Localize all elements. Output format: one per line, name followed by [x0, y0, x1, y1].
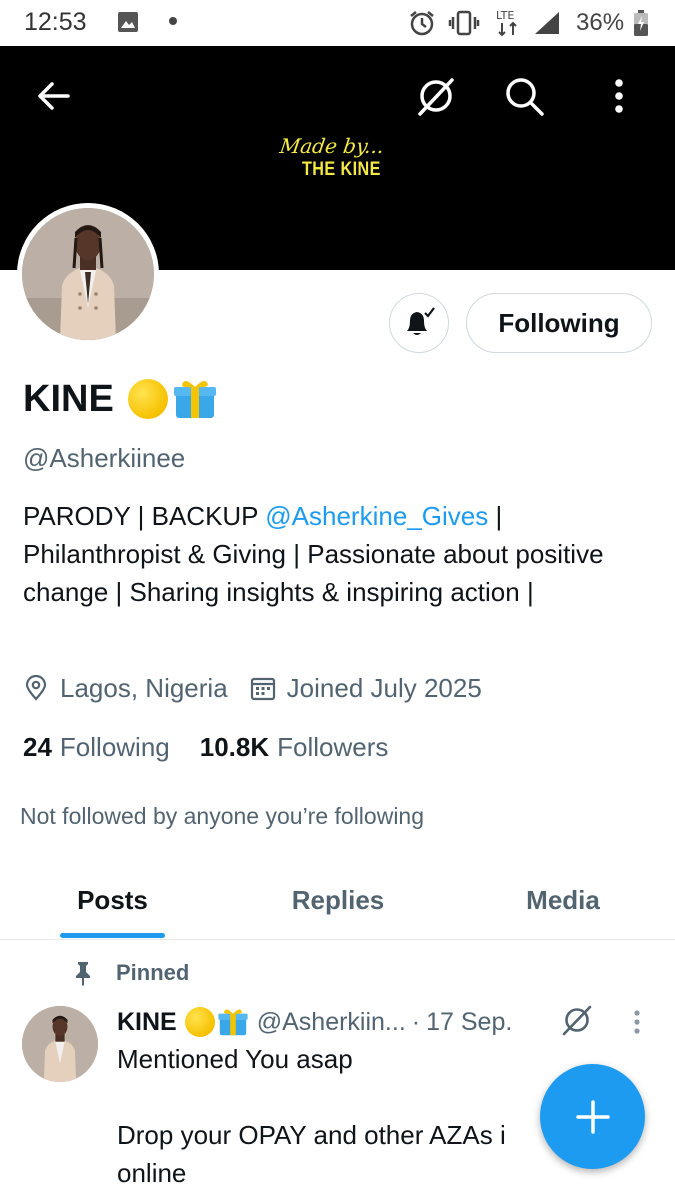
followers-label: Followers: [277, 731, 389, 762]
banner-logo: Made by... THE KINE: [278, 134, 410, 194]
post-more-icon[interactable]: [626, 1008, 648, 1038]
pinned-label: Pinned: [116, 960, 190, 985]
bio-mention-link[interactable]: @Asherkine_Gives: [265, 501, 488, 531]
battery-charging-icon: [634, 10, 648, 36]
tab-media[interactable]: Media: [488, 860, 638, 940]
battery-percentage: 36%: [576, 9, 625, 36]
gallery-notification-icon: [118, 12, 138, 32]
svg-text:LTE: LTE: [496, 9, 514, 22]
banner-logo-name: THE KINE: [302, 159, 381, 180]
following-link[interactable]: 24 Following: [23, 732, 170, 763]
profile-avatar[interactable]: [17, 203, 159, 345]
notification-dot-icon: [169, 17, 177, 25]
more-options-button[interactable]: [595, 72, 643, 120]
profile-handle: @Asherkiinee: [23, 443, 186, 473]
post-avatar-photo: [22, 1006, 98, 1082]
vertical-dots-icon: [615, 79, 623, 113]
followers-link[interactable]: 10.8K Followers: [200, 732, 389, 763]
post-text-line3: online: [117, 1158, 187, 1188]
bell-check-icon: [407, 307, 435, 335]
not-followed-notice: Not followed by anyone you’re following: [20, 803, 425, 829]
alarm-icon: [410, 11, 434, 36]
back-button[interactable]: [29, 72, 77, 120]
grok-button[interactable]: [412, 72, 460, 120]
search-icon: [506, 78, 544, 116]
plus-icon: [575, 1099, 610, 1134]
location-pin-icon: [25, 675, 47, 701]
avatar: [22, 208, 154, 340]
vibrate-icon: [448, 10, 480, 36]
display-name: KINE: [23, 377, 114, 420]
follow-stats: 24 Following 10.8K Followers: [23, 729, 388, 765]
post-separator: ·: [411, 1007, 421, 1036]
profile-location: Lagos, Nigeria: [60, 672, 228, 703]
status-bar: 12:53 LTE 36%: [0, 0, 675, 46]
profile-tabs: Posts Replies Media: [0, 860, 675, 940]
gift-emoji-icon: [173, 380, 216, 418]
signal-icon: [535, 12, 559, 34]
avatar-photo: [22, 208, 154, 340]
post-text-line1: Mentioned You asap: [117, 1044, 353, 1074]
yellow-circle-emoji-icon: [127, 379, 168, 419]
post-text-line2: Drop your OPAY and other AZAs i: [117, 1120, 506, 1150]
pin-icon: [76, 962, 90, 986]
yellow-circle-emoji-icon: [184, 1007, 215, 1037]
display-name-row: KINE: [23, 374, 218, 424]
gift-emoji-icon: [218, 1009, 248, 1036]
followers-count: 10.8K: [199, 731, 270, 762]
post-header: KINE @Asherkiin... · 17 Sep.: [117, 1003, 512, 1041]
banner-logo-tagline: Made by...: [278, 134, 386, 158]
following-button[interactable]: Following: [466, 293, 652, 353]
post-date[interactable]: 17 Sep.: [426, 1008, 512, 1037]
following-count: 24: [23, 731, 52, 762]
post-author-name[interactable]: KINE: [117, 1008, 177, 1037]
pinned-indicator: Pinned: [70, 956, 189, 990]
search-button[interactable]: [500, 72, 548, 120]
post-grok-icon[interactable]: [560, 1003, 594, 1037]
profile-meta: Lagos, Nigeria Joined July 2025: [23, 670, 482, 706]
tab-replies[interactable]: Replies: [262, 860, 414, 940]
notifications-toggle-button[interactable]: [389, 293, 449, 353]
compose-post-button[interactable]: [540, 1064, 645, 1169]
post-author-handle[interactable]: @Asherkiin...: [257, 1008, 406, 1037]
active-tab-indicator: [60, 933, 165, 938]
status-time: 12:53: [24, 8, 87, 36]
grok-icon: [418, 78, 454, 116]
profile-joined-date: Joined July 2025: [286, 672, 482, 703]
calendar-icon: [250, 677, 275, 701]
bio-prefix: PARODY | BACKUP: [23, 501, 266, 531]
following-label: Following: [59, 731, 170, 762]
lte-icon: LTE: [496, 9, 517, 37]
profile-bio: PARODY | BACKUP @Asherkine_Gives | Phila…: [23, 497, 653, 611]
tab-posts[interactable]: Posts: [40, 860, 185, 940]
arrow-left-icon: [38, 82, 70, 110]
post-author-avatar[interactable]: [22, 1006, 98, 1082]
